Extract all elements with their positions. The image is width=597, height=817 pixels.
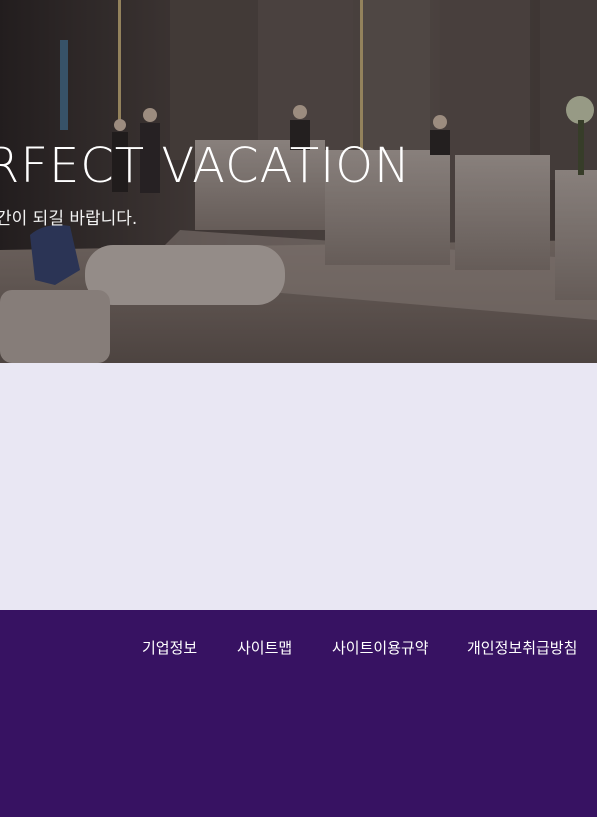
hero-subtitle: 간이 되길 바랍니다. <box>0 209 138 229</box>
footer-link-privacy-policy[interactable]: 개인정보취급방침 <box>467 637 577 658</box>
footer-link-company-info[interactable]: 기업정보 <box>142 637 197 658</box>
hero-banner: RFECT VACATION 간이 되길 바랍니다. <box>0 0 597 363</box>
site-footer: 기업정보 사이트맵 사이트이용규약 개인정보취급방침 <box>0 610 597 817</box>
footer-link-sitemap[interactable]: 사이트맵 <box>237 637 292 658</box>
footer-link-terms-of-use[interactable]: 사이트이용규약 <box>332 637 429 658</box>
hero-title: RFECT VACATION <box>0 138 411 194</box>
content-area <box>0 363 597 610</box>
